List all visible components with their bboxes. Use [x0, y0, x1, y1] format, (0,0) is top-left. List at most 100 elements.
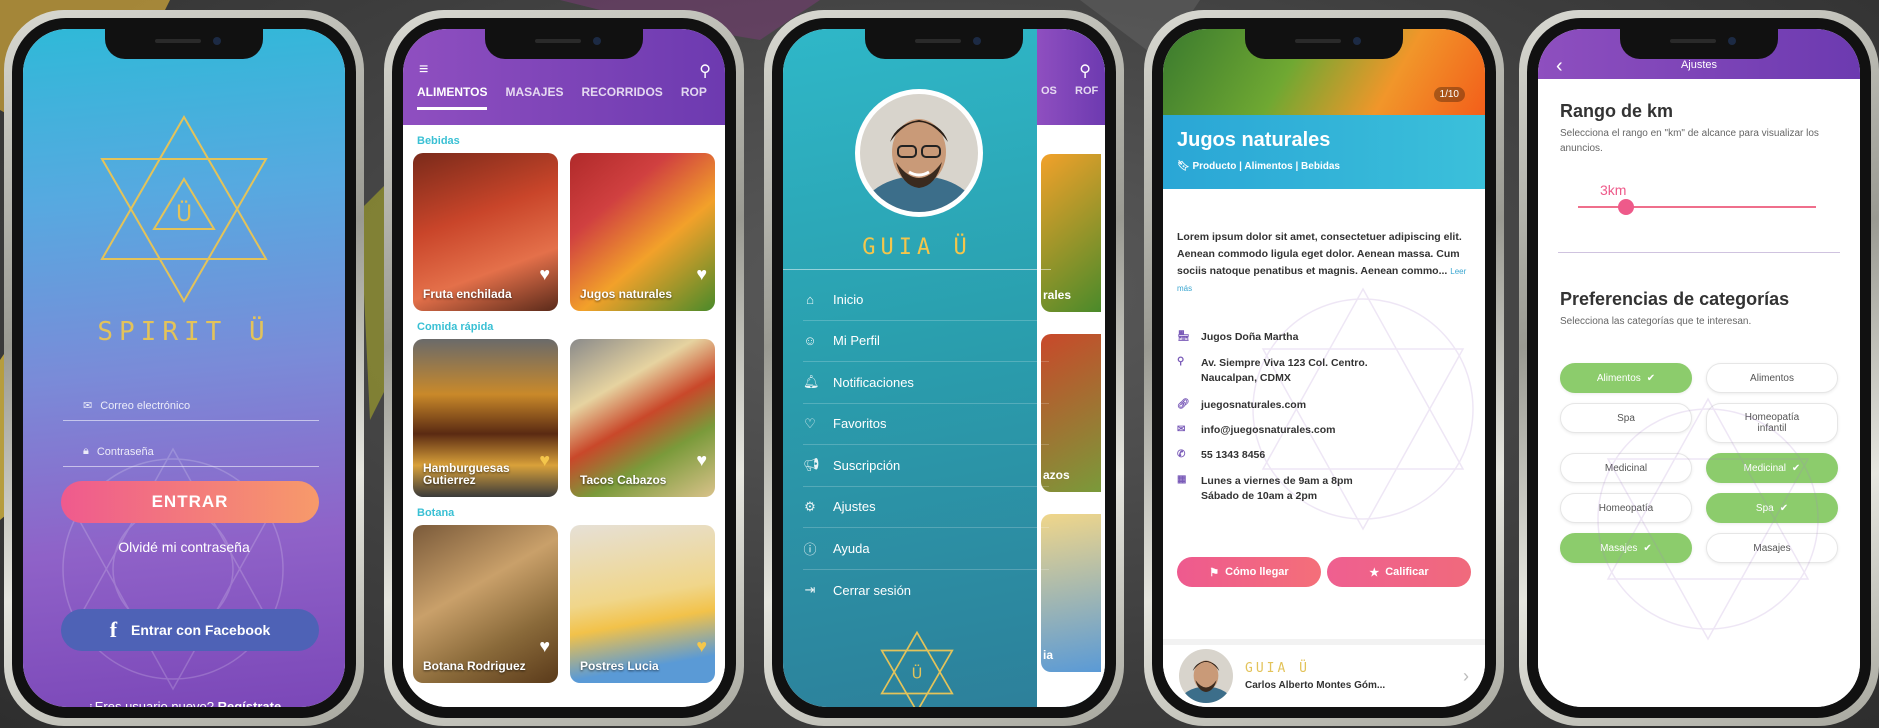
title-bar	[1163, 115, 1485, 189]
chevron-right-icon: ›	[1463, 665, 1469, 686]
tab-alimentos[interactable]: ALIMENTOS	[417, 85, 488, 110]
directions-button[interactable]: ⚑ Cómo llegar	[1177, 557, 1321, 587]
brand-wordmark: SPIRIT Ü	[97, 317, 271, 347]
list-item[interactable]: Hamburguesas Gutierrez ♥	[413, 339, 558, 497]
list-item[interactable]: Fruta enchilada ♥	[413, 153, 558, 311]
heart-icon[interactable]: ♥	[539, 636, 550, 657]
menu-item-ayuda[interactable]: ⓘ Ayuda	[803, 528, 1049, 570]
phone-detail: 1/10 Jugos naturales 🔖︎ Producto | Alime…	[1144, 10, 1504, 726]
tab-ropa[interactable]: ROP	[681, 85, 707, 110]
item-label: Tacos Cabazos	[580, 473, 667, 488]
publisher-card[interactable]: GUIA Ü Carlos Alberto Montes Góm... ›	[1163, 639, 1485, 707]
password-placeholder: Contraseña	[96, 445, 154, 458]
rate-label: Calificar	[1385, 566, 1429, 578]
phone-icon: ✆	[1177, 449, 1186, 460]
email-placeholder: Correo electrónico	[100, 399, 191, 412]
forgot-password-link[interactable]: Olvidé mi contraseña	[23, 539, 345, 555]
megaphone-icon: 📢︎	[803, 457, 820, 473]
address: Av. Siempre Viva 123 Col. Centro. Naucal…	[1201, 357, 1368, 384]
divider	[1558, 252, 1840, 253]
section-title: Bebidas	[417, 135, 460, 147]
slider-knob[interactable]	[1617, 199, 1634, 215]
hamburger-menu-icon[interactable]: ≡	[419, 61, 428, 79]
register-link[interactable]: Regístrate	[218, 699, 282, 707]
directions-icon: ⚑	[1209, 566, 1220, 579]
publisher-name: Carlos Alberto Montes Góm...	[1245, 680, 1386, 691]
avatar[interactable]	[855, 89, 983, 217]
list-item[interactable]: Postres Lucia ♥	[570, 525, 715, 683]
list-item[interactable]: Jugos naturales ♥	[570, 153, 715, 311]
logout-icon: ⇥	[804, 582, 816, 598]
preferences-description: Selecciona las categorías que te interes…	[1560, 316, 1752, 327]
list-item[interactable]: Tacos Cabazos ♥	[570, 339, 715, 497]
website-row[interactable]: 🔗︎ juegosnaturales.com	[1177, 399, 1471, 411]
star-icon: ★	[1369, 566, 1380, 579]
back-arrow-icon[interactable]: ‹	[1556, 55, 1563, 78]
menu-item-cerrar-sesion[interactable]: ⇥ Cerrar sesión	[803, 570, 1049, 612]
email-row[interactable]: ✉ info@juegosnaturales.com	[1177, 424, 1471, 436]
menu-item-ajustes[interactable]: ⚙ Ajustes	[803, 487, 1049, 528]
svg-text:Ü: Ü	[176, 201, 192, 227]
notch	[485, 29, 643, 59]
register-prompt: ¿Eres usuario nuevo? Regístrate	[23, 699, 345, 707]
business-name: Jugos Doña Martha	[1201, 331, 1299, 343]
menu-item-perfil[interactable]: ☺ Mi Perfil	[803, 321, 1049, 362]
star-of-david-logo-icon: Ü	[100, 115, 268, 303]
menu-item-label: Notificaciones	[833, 374, 914, 390]
menu-item-label: Ayuda	[833, 540, 870, 556]
user-photo-icon	[1179, 649, 1233, 703]
detail-screen: 1/10 Jugos naturales 🔖︎ Producto | Alime…	[1163, 29, 1485, 707]
svg-text:Ü: Ü	[912, 664, 923, 682]
menu-item-favoritos[interactable]: ♡ Favoritos	[803, 404, 1049, 445]
address-row[interactable]: ⚲ Av. Siempre Viva 123 Col. Centro. Nauca…	[1177, 356, 1471, 386]
menu-item-label: Suscripción	[833, 457, 901, 473]
tab-masajes[interactable]: MASAJES	[505, 85, 563, 110]
range-slider[interactable]	[1578, 199, 1816, 215]
heart-icon: ♡	[804, 415, 816, 431]
email-field[interactable]: ✉ Correo electrónico	[63, 391, 319, 421]
range-title: Rango de km	[1560, 101, 1674, 121]
login-button[interactable]: ENTRAR	[61, 481, 319, 523]
notch	[1620, 29, 1778, 59]
search-icon[interactable]: ⚲	[699, 61, 711, 81]
bell-icon: 🔔︎	[803, 374, 820, 390]
menu-item-label: Mi Perfil	[833, 333, 880, 349]
heart-icon[interactable]: ♥	[539, 450, 550, 471]
tab-recorridos[interactable]: RECORRIDOS	[581, 85, 662, 110]
location-pin-icon: ⚲	[1177, 356, 1185, 367]
menu-item-notificaciones[interactable]: 🔔︎ Notificaciones	[803, 362, 1049, 404]
hours-row: ▦ Lunes a viernes de 9am a 8pm Sábado de …	[1177, 474, 1471, 504]
phone: 55 1343 8456	[1201, 449, 1266, 461]
hours: Lunes a viernes de 9am a 8pm Sábado de 1…	[1201, 475, 1353, 502]
image-pager: 1/10	[1433, 87, 1465, 102]
catalog-list: Bebidas Fruta enchilada ♥ Jugos naturale…	[403, 125, 725, 707]
menu-item-label: Favoritos	[833, 416, 887, 432]
section-title: Botana	[417, 507, 455, 519]
menu-item-inicio[interactable]: ⌂ Inicio	[803, 279, 1049, 321]
bookmark-icon[interactable]: 🔖︎	[1177, 161, 1190, 172]
phone-menu: ⚲ OS ROF rales azos ia GUIA Ü ⌂ Inicio ☺ M…	[764, 10, 1124, 726]
menu-item-label: Cerrar sesión	[833, 582, 912, 598]
lock-icon: 🔒︎	[83, 445, 89, 457]
phone-row[interactable]: ✆ 55 1343 8456	[1177, 449, 1471, 461]
heart-icon[interactable]: ♥	[696, 450, 707, 471]
item-label: Postres Lucia	[580, 659, 659, 674]
heart-icon[interactable]: ♥	[696, 636, 707, 657]
range-description: Selecciona el rango en "km" de alcance p…	[1560, 128, 1819, 154]
gear-icon: ⚙	[804, 498, 816, 514]
business-info: 🏪︎ Jugos Doña Martha ⚲ Av. Siempre Viva 12…	[1177, 331, 1471, 517]
facebook-login-button[interactable]: f Entrar con Facebook	[61, 609, 319, 651]
preferences-title: Preferencias de categorías	[1560, 289, 1790, 309]
heart-icon[interactable]: ♥	[696, 264, 707, 285]
list-item[interactable]: Botana Rodriguez ♥	[413, 525, 558, 683]
rate-button[interactable]: ★ Calificar	[1327, 557, 1471, 587]
password-field[interactable]: 🔒︎ Contraseña	[63, 437, 319, 467]
tab-peek: OS	[1041, 85, 1057, 97]
link-icon: 🔗︎	[1177, 399, 1190, 410]
heart-icon[interactable]: ♥	[539, 264, 550, 285]
directions-label: Cómo llegar	[1225, 566, 1289, 578]
brand-wordmark: GUIA Ü	[862, 235, 972, 260]
menu-item-suscripcion[interactable]: 📢︎ Suscripción	[803, 445, 1049, 487]
help-icon: ⓘ	[803, 541, 817, 557]
notch	[865, 29, 1023, 59]
